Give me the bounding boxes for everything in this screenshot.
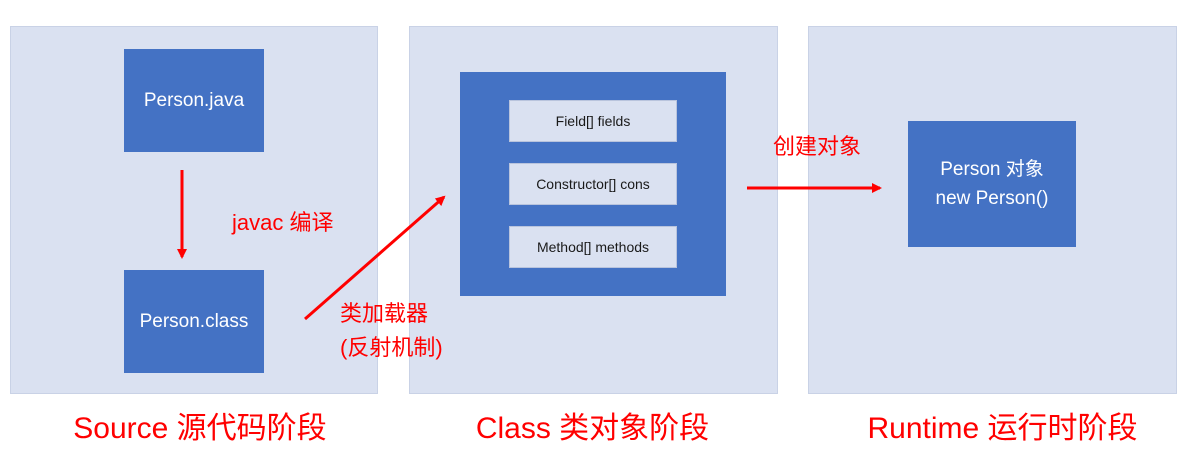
runtime-stage-label: Runtime 运行时阶段 <box>867 412 1138 445</box>
source-stage-label: Source 源代码阶段 <box>73 412 327 445</box>
class-stage-label: Class 类对象阶段 <box>475 412 710 445</box>
compile-label: javac 编译 <box>232 210 334 235</box>
create-object-label: 创建对象 <box>773 134 862 159</box>
class-loader-label-line1: 类加载器 <box>340 301 429 326</box>
flow-arrows <box>177 170 882 321</box>
class-loader-label-line2: (反射机制) <box>340 335 443 360</box>
